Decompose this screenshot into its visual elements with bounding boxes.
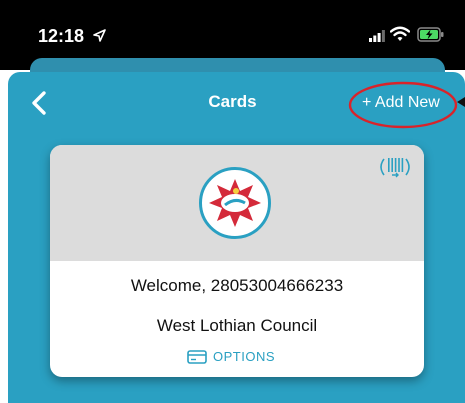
loyalty-card[interactable]: Welcome, 28053004666233 West Lothian Cou… bbox=[50, 145, 424, 377]
options-label: OPTIONS bbox=[213, 349, 276, 364]
annotation-arrow-tip bbox=[457, 97, 465, 107]
contactless-icon[interactable] bbox=[376, 155, 414, 179]
card-icon bbox=[187, 350, 207, 364]
welcome-text: Welcome, 28053004666233 bbox=[130, 276, 344, 295]
council-name: West Lothian Council bbox=[156, 316, 318, 335]
wifi-icon bbox=[390, 26, 410, 41]
highlight-ellipse bbox=[348, 81, 458, 129]
location-arrow-icon bbox=[93, 29, 106, 42]
boom-card-logo-icon bbox=[199, 167, 271, 239]
status-time: 12:18 bbox=[38, 26, 85, 46]
battery-charging-icon bbox=[417, 27, 444, 42]
cellular-signal-icon bbox=[369, 30, 385, 42]
